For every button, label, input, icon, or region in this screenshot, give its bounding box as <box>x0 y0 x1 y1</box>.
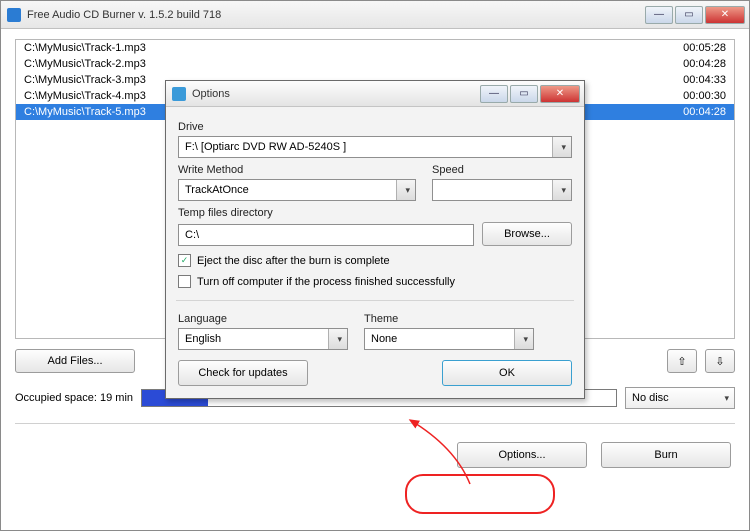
dialog-close-button[interactable]: ✕ <box>540 85 580 103</box>
dialog-divider <box>176 300 574 301</box>
burn-button[interactable]: Burn <box>601 442 731 468</box>
list-item[interactable]: C:\MyMusic\Track-1.mp3 00:05:28 <box>16 40 734 56</box>
turnoff-label: Turn off computer if the process finishe… <box>197 276 455 288</box>
file-path: C:\MyMusic\Track-4.mp3 <box>24 90 146 102</box>
file-duration: 00:04:28 <box>683 106 726 118</box>
file-path: C:\MyMusic\Track-1.mp3 <box>24 42 146 54</box>
ok-button[interactable]: OK <box>442 360 572 386</box>
theme-value: None <box>371 333 397 345</box>
add-files-button[interactable]: Add Files... <box>15 349 135 373</box>
drive-combo[interactable]: F:\ [Optiarc DVD RW AD-5240S ] <box>178 136 572 158</box>
language-combo[interactable]: English <box>178 328 348 350</box>
maximize-button[interactable]: ▭ <box>675 6 703 24</box>
list-item[interactable]: C:\MyMusic\Track-2.mp3 00:04:28 <box>16 56 734 72</box>
eject-checkbox[interactable]: ✓ <box>178 254 191 267</box>
file-path: C:\MyMusic\Track-2.mp3 <box>24 58 146 70</box>
file-duration: 00:04:33 <box>683 74 726 86</box>
language-value: English <box>185 333 221 345</box>
theme-label: Theme <box>364 313 534 325</box>
main-titlebar: Free Audio CD Burner v. 1.5.2 build 718 … <box>1 1 749 29</box>
temp-dir-input[interactable]: C:\ <box>178 224 474 246</box>
close-button[interactable]: ✕ <box>705 6 745 24</box>
theme-combo[interactable]: None <box>364 328 534 350</box>
temp-dir-value: C:\ <box>185 229 199 241</box>
disc-combo[interactable]: No disc <box>625 387 735 409</box>
file-path: C:\MyMusic\Track-5.mp3 <box>24 106 146 118</box>
options-button[interactable]: Options... <box>457 442 587 468</box>
occupied-space-label: Occupied space: 19 min <box>15 392 133 404</box>
file-path: C:\MyMusic\Track-3.mp3 <box>24 74 146 86</box>
options-dialog: Options — ▭ ✕ Drive F:\ [Optiarc DVD RW … <box>165 80 585 399</box>
write-method-combo[interactable]: TrackAtOnce <box>178 179 416 201</box>
dialog-title: Options <box>192 88 480 100</box>
browse-button[interactable]: Browse... <box>482 222 572 246</box>
file-duration: 00:04:28 <box>683 58 726 70</box>
disc-combo-value: No disc <box>632 392 669 404</box>
dialog-icon <box>172 87 186 101</box>
arrow-down-icon: ⇩ <box>715 355 724 368</box>
drive-label: Drive <box>178 121 572 133</box>
divider <box>15 423 735 424</box>
write-method-value: TrackAtOnce <box>185 184 249 196</box>
eject-label: Eject the disc after the burn is complet… <box>197 255 390 267</box>
move-up-button[interactable]: ⇧ <box>667 349 697 373</box>
dialog-minimize-button[interactable]: — <box>480 85 508 103</box>
move-down-button[interactable]: ⇩ <box>705 349 735 373</box>
dialog-titlebar: Options — ▭ ✕ <box>166 81 584 107</box>
arrow-up-icon: ⇧ <box>677 355 686 368</box>
dialog-maximize-button[interactable]: ▭ <box>510 85 538 103</box>
speed-combo[interactable] <box>432 179 572 201</box>
speed-label: Speed <box>432 164 572 176</box>
file-duration: 00:05:28 <box>683 42 726 54</box>
write-method-label: Write Method <box>178 164 416 176</box>
drive-value: F:\ [Optiarc DVD RW AD-5240S ] <box>185 141 346 153</box>
temp-dir-label: Temp files directory <box>178 207 572 219</box>
language-label: Language <box>178 313 348 325</box>
turnoff-checkbox[interactable] <box>178 275 191 288</box>
app-icon <box>7 8 21 22</box>
window-title: Free Audio CD Burner v. 1.5.2 build 718 <box>27 9 645 21</box>
check-updates-button[interactable]: Check for updates <box>178 360 308 386</box>
minimize-button[interactable]: — <box>645 6 673 24</box>
file-duration: 00:00:30 <box>683 90 726 102</box>
